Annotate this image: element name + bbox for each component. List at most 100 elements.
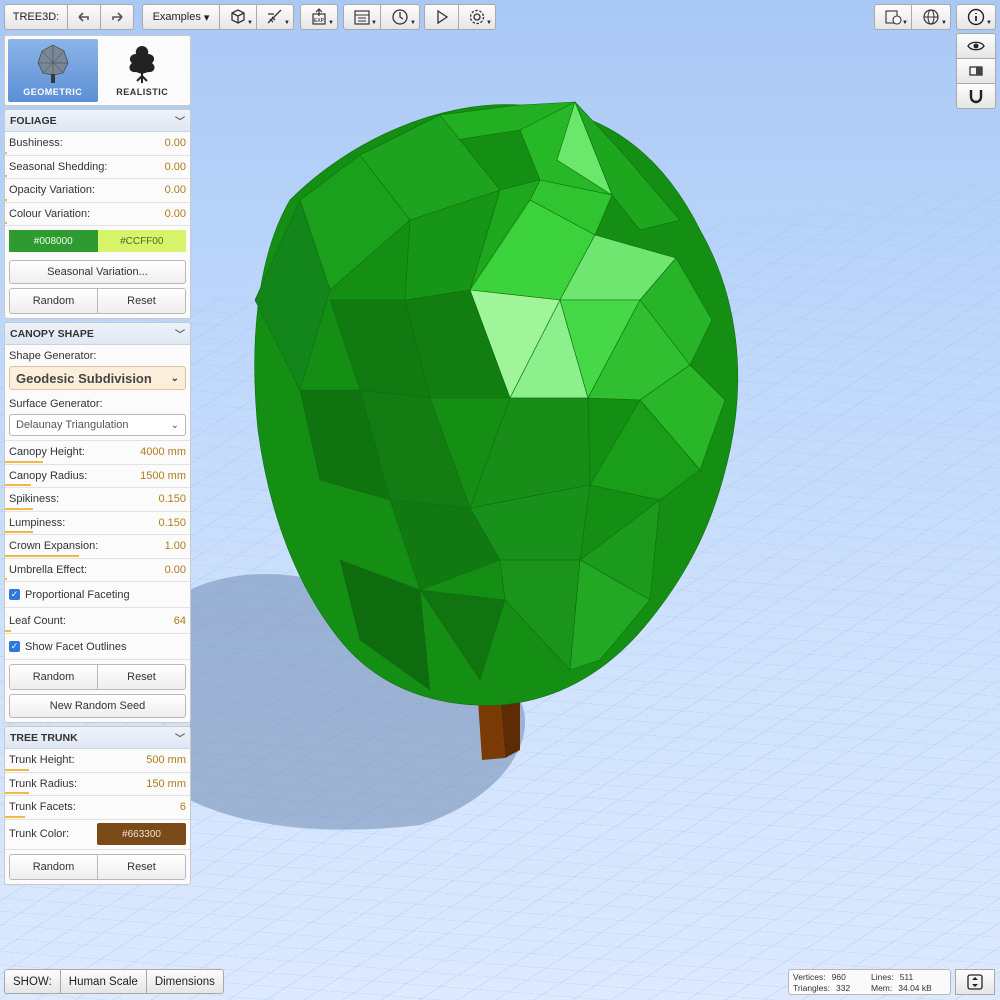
foliage-header[interactable]: FOLIAGE ﹀ — [5, 110, 190, 132]
foliage-reset-button[interactable]: Reset — [97, 289, 185, 313]
section-button[interactable] — [956, 58, 996, 84]
model-stats: Vertices: 960 Lines: 511 Triangles: 332 Mem… — [788, 969, 951, 995]
colour-variation-slider[interactable]: Colour Variation: 0.00 — [5, 203, 190, 226]
shape-generator-label: Shape Generator: — [9, 350, 97, 362]
stat-label: Vertices: — [793, 972, 826, 982]
slider-value: 0.00 — [164, 184, 186, 197]
app-title-button[interactable]: TREE3D: — [4, 4, 68, 30]
trunk-reset-button[interactable]: Reset — [97, 854, 185, 879]
trunk-random-button[interactable]: Random — [10, 854, 97, 879]
new-random-seed-button[interactable]: New Random Seed — [9, 694, 186, 718]
slider-label: Umbrella Effect: — [9, 563, 88, 576]
foliage-section: FOLIAGE ﹀ Bushiness: 0.00 Seasonal Sheddin… — [4, 109, 191, 319]
info-icon — [967, 8, 985, 26]
redo-button[interactable] — [100, 4, 134, 30]
slider-label: Seasonal Shedding: — [9, 160, 108, 173]
eye-icon — [967, 41, 985, 51]
foliage-color-start[interactable]: #008000 — [9, 230, 98, 252]
mode-switch: GEOMETRIC REALISTIC — [4, 35, 191, 106]
trunk-radius-slider[interactable]: Trunk Radius: 150 mm — [5, 773, 190, 796]
examples-label: Examples — [152, 11, 201, 23]
trunk-color-swatch[interactable]: #663300 — [97, 823, 186, 845]
dimensions-toggle[interactable]: Dimensions — [145, 969, 224, 994]
calendar-icon — [354, 10, 370, 25]
mode-realistic-label: REALISTIC — [116, 87, 169, 97]
stat-lines: Lines: 511 — [871, 972, 951, 983]
realistic-tree-icon — [129, 46, 155, 83]
umbrella-effect-slider[interactable]: Umbrella Effect: 0.00 — [5, 559, 190, 582]
shape-generator-select[interactable]: Geodesic Subdivision ⌄ — [9, 366, 186, 390]
play-button[interactable] — [424, 4, 459, 30]
view-tools — [956, 33, 996, 109]
slider-label: Trunk Radius: — [9, 777, 78, 790]
magnet-icon — [969, 90, 983, 104]
zoom-fit-button[interactable] — [955, 969, 995, 995]
canopy-header[interactable]: CANOPY SHAPE ﹀ — [5, 323, 190, 345]
examples-dropdown[interactable]: Examples ▾ — [142, 4, 220, 30]
seasonal-variation-button[interactable]: Seasonal Variation... — [9, 260, 186, 284]
stat-label: Mem: — [871, 983, 893, 993]
crown-expansion-slider[interactable]: Crown Expansion: 1.00 — [5, 535, 190, 559]
trunk-header[interactable]: TREE TRUNK ﹀ — [5, 727, 190, 749]
slider-label: Canopy Radius: — [9, 469, 88, 482]
surface-generator-select[interactable]: Delaunay Triangulation ⌄ — [9, 414, 186, 436]
human-scale-toggle[interactable]: Human Scale — [59, 969, 147, 994]
toolbar-playback: ▼ — [424, 4, 496, 30]
canopy-section: CANOPY SHAPE ﹀ Shape Generator: Geodesic … — [4, 322, 191, 723]
visibility-button[interactable] — [956, 33, 996, 59]
slider-value: 1.00 — [164, 540, 186, 553]
leaf-count-slider[interactable]: Leaf Count: 64 — [5, 608, 190, 634]
surface-generator-value: Delaunay Triangulation — [16, 419, 129, 431]
stat-value: 960 — [831, 972, 846, 982]
foliage-random-button[interactable]: Random — [10, 289, 97, 313]
clock-button[interactable]: ▼ — [380, 4, 420, 30]
slider-label: Crown Expansion: — [9, 540, 99, 553]
undo-button[interactable] — [67, 4, 101, 30]
snap-button[interactable] — [956, 83, 996, 109]
trunk-facets-slider[interactable]: Trunk Facets: 6 — [5, 796, 190, 820]
opacity-variation-slider[interactable]: Opacity Variation: 0.00 — [5, 179, 190, 203]
canopy-radius-slider[interactable]: Canopy Radius: 1500 mm — [5, 465, 190, 488]
mode-geometric[interactable]: GEOMETRIC — [8, 39, 98, 102]
play-icon — [436, 9, 448, 25]
slider-label: Trunk Height: — [9, 754, 75, 767]
spikiness-slider[interactable]: Spikiness: 0.150 — [5, 488, 190, 512]
canopy-height-slider[interactable]: Canopy Height: 4000 mm — [5, 441, 190, 465]
stat-triangles: Triangles: 332 — [793, 983, 871, 994]
calendar-settings-button[interactable]: ▼ — [874, 4, 912, 30]
settings-button[interactable]: ▼ — [458, 4, 496, 30]
stat-mem: Mem: 34.04 kB — [871, 983, 951, 994]
export-icon: EXP — [312, 8, 326, 25]
chevron-down-icon: ⌄ — [170, 372, 179, 384]
edit-tools-button[interactable]: ▼ — [256, 4, 294, 30]
slider-fill — [5, 484, 31, 486]
seasonal-shedding-slider[interactable]: Seasonal Shedding: 0.00 — [5, 156, 190, 179]
undo-icon — [78, 12, 89, 22]
trunk-color-label: Trunk Color: — [9, 828, 70, 840]
foliage-color-end[interactable]: #CCFF00 — [97, 230, 186, 252]
export-button[interactable]: EXP ▼ — [300, 4, 338, 30]
info-button[interactable]: ▼ — [956, 4, 996, 30]
toolbar-main: Examples ▾ ▼ ▼ — [142, 4, 294, 30]
slider-fill — [5, 792, 29, 794]
slider-value: 0.00 — [164, 207, 186, 220]
stat-label: Lines: — [871, 972, 894, 982]
pencil-ruler-icon — [267, 9, 282, 24]
globe-button[interactable]: ▼ — [911, 4, 951, 30]
trunk-height-slider[interactable]: Trunk Height: 500 mm — [5, 749, 190, 773]
view-mode-button[interactable]: ▼ — [219, 4, 257, 30]
show-bar: SHOW: Human Scale Dimensions — [4, 969, 224, 994]
zoom-fit-icon — [967, 974, 983, 990]
canopy-random-button[interactable]: Random — [10, 665, 97, 689]
slider-value: 4000 mm — [140, 446, 186, 459]
lumpiness-slider[interactable]: Lumpiness: 0.150 — [5, 512, 190, 535]
canopy-reset-button[interactable]: Reset — [97, 665, 185, 689]
slider-label: Bushiness: — [9, 137, 63, 150]
shape-generator-field: Shape Generator: Geodesic Subdivision ⌄ — [5, 345, 190, 393]
slider-label: Colour Variation: — [9, 207, 91, 220]
proportional-faceting-checkbox[interactable]: ✓ Proportional Faceting — [5, 582, 190, 608]
calendar-button[interactable]: ▼ — [343, 4, 381, 30]
bushiness-slider[interactable]: Bushiness: 0.00 — [5, 132, 190, 156]
show-facet-outlines-checkbox[interactable]: ✓ Show Facet Outlines — [5, 634, 190, 660]
mode-realistic[interactable]: REALISTIC — [98, 39, 188, 102]
